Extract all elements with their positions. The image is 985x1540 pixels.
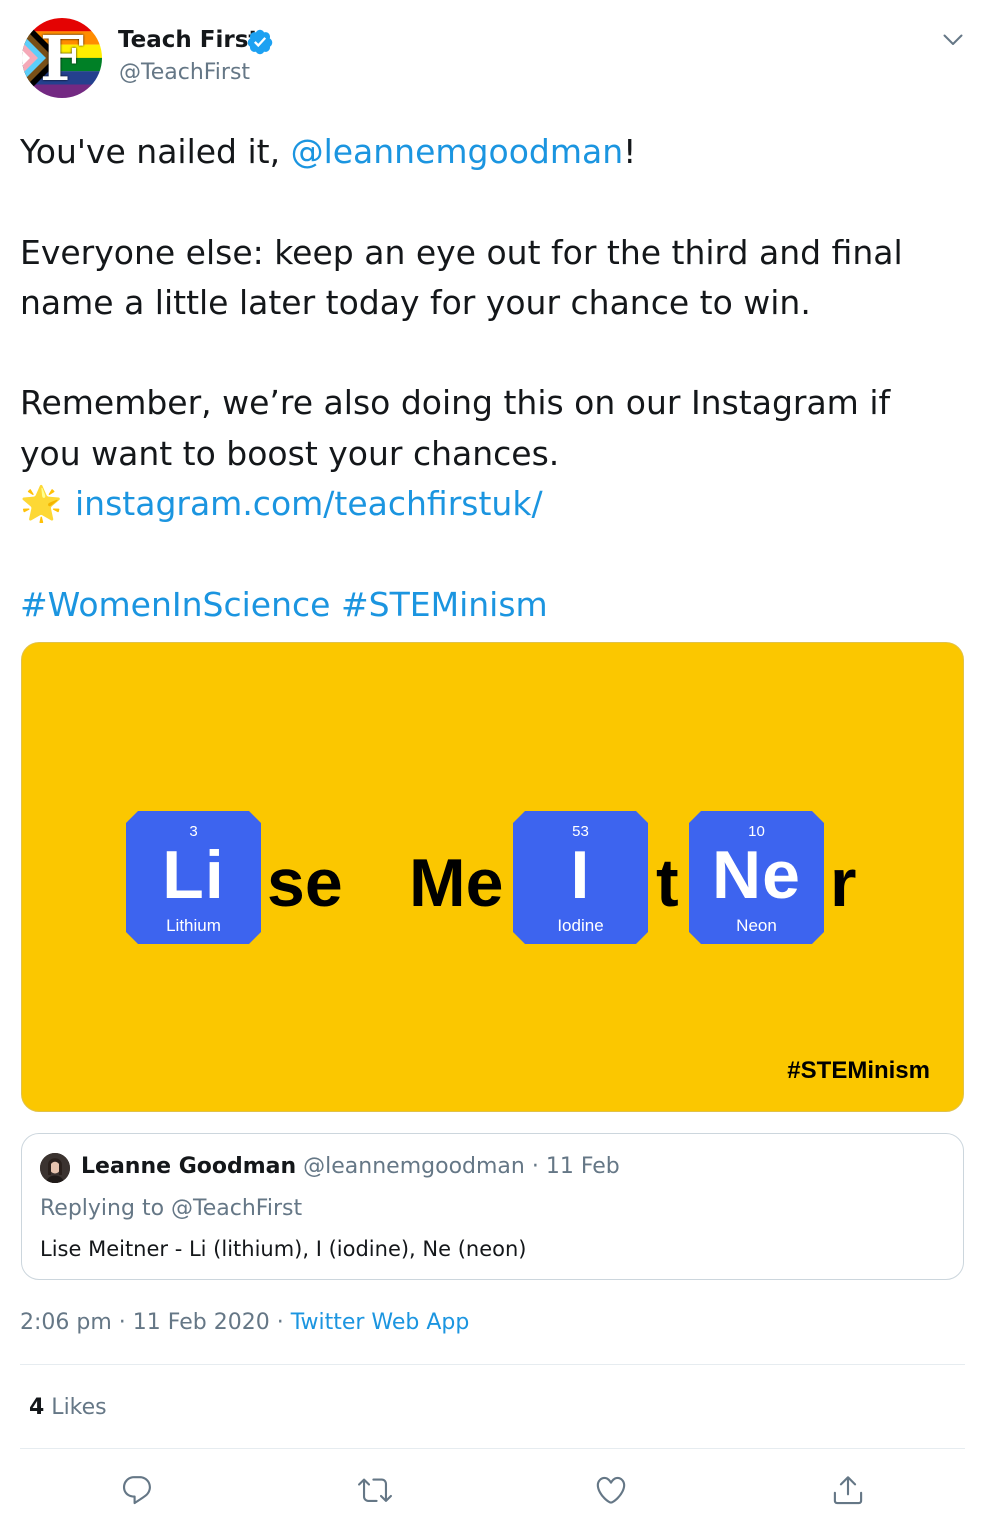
reply-icon[interactable] bbox=[117, 1470, 157, 1510]
star-icon: 🌟 bbox=[20, 484, 63, 525]
element-symbol: Ne bbox=[712, 837, 801, 913]
word-fragment-r: r bbox=[830, 845, 857, 921]
author-handle[interactable]: @TeachFirst bbox=[119, 60, 250, 85]
element-name: Lithium bbox=[166, 916, 221, 935]
verified-icon bbox=[246, 28, 274, 56]
meta-separator: · bbox=[269, 1310, 291, 1335]
tweet-paragraph-2: Everyone else: keep an eye out for the t… bbox=[20, 232, 914, 322]
quoted-author-name: Leanne Goodman bbox=[81, 1154, 297, 1179]
word-fragment-se: se bbox=[267, 845, 343, 921]
hashtag-steminism[interactable]: #STEMinism bbox=[341, 585, 548, 624]
element-symbol: I bbox=[570, 837, 591, 913]
like-icon[interactable] bbox=[591, 1470, 631, 1510]
tweet-media-image[interactable]: 3 Li Lithium se Me 53 I Iodine t 10 Ne N… bbox=[21, 642, 964, 1112]
element-tile-lithium: 3 Li Lithium bbox=[126, 811, 261, 944]
element-name: Neon bbox=[736, 916, 777, 935]
element-name: Iodine bbox=[557, 916, 604, 935]
instagram-link[interactable]: instagram.com/teachfirstuk/ bbox=[75, 484, 543, 523]
meta-separator: · bbox=[111, 1310, 133, 1335]
tweet-time[interactable]: 2:06 pm bbox=[20, 1310, 112, 1335]
quoted-date: 11 Feb bbox=[545, 1154, 620, 1179]
divider bbox=[20, 1364, 965, 1365]
source-link[interactable]: Twitter Web App bbox=[291, 1310, 470, 1335]
hashtag-women-in-science[interactable]: #WomenInScience bbox=[20, 585, 330, 624]
author-avatar[interactable]: F bbox=[22, 18, 102, 98]
element-symbol: Li bbox=[162, 837, 225, 913]
element-tile-neon: 10 Ne Neon bbox=[689, 811, 824, 944]
tweet-date[interactable]: 11 Feb 2020 bbox=[133, 1310, 270, 1335]
avatar-letter: F bbox=[39, 22, 85, 95]
likes-label: Likes bbox=[44, 1395, 107, 1420]
quoted-separator: · bbox=[524, 1154, 546, 1179]
likes-count: 4 bbox=[29, 1395, 45, 1420]
author-name[interactable]: Teach First bbox=[118, 27, 259, 53]
mention-link[interactable]: @leannemgoodman bbox=[291, 132, 624, 171]
tweet-paragraph-3: Remember, we’re also doing this on our I… bbox=[20, 383, 901, 473]
likes-stat[interactable]: 4 Likes bbox=[29, 1395, 107, 1420]
quoted-text: Lise Meitner - Li (lithium), I (iodine),… bbox=[40, 1237, 527, 1261]
quoted-author-avatar bbox=[40, 1153, 70, 1183]
word-fragment-me: Me bbox=[409, 845, 504, 921]
element-tile-iodine: 53 I Iodine bbox=[513, 811, 648, 944]
word-fragment-t: t bbox=[656, 845, 679, 921]
share-icon[interactable] bbox=[828, 1470, 868, 1510]
quoted-tweet[interactable]: Leanne Goodman @leannemgoodman · 11 Feb … bbox=[21, 1133, 964, 1280]
tweet-text-intro: You've nailed it, bbox=[20, 132, 291, 171]
divider bbox=[20, 1448, 965, 1449]
quoted-replying-to: Replying to @TeachFirst bbox=[40, 1196, 303, 1221]
retweet-icon[interactable] bbox=[355, 1470, 395, 1510]
tweet-text: You've nailed it, @leannemgoodman! Every… bbox=[20, 127, 960, 630]
quoted-author-handle: @leannemgoodman bbox=[303, 1154, 525, 1179]
media-hashtag: #STEMinism bbox=[787, 1057, 930, 1084]
chevron-down-icon[interactable] bbox=[936, 25, 970, 55]
quoted-header: Leanne Goodman @leannemgoodman · 11 Feb bbox=[81, 1154, 620, 1179]
tweet-text-exclaim: ! bbox=[623, 132, 637, 171]
tweet-timestamp: 2:06 pm · 11 Feb 2020 · Twitter Web App bbox=[20, 1310, 469, 1335]
